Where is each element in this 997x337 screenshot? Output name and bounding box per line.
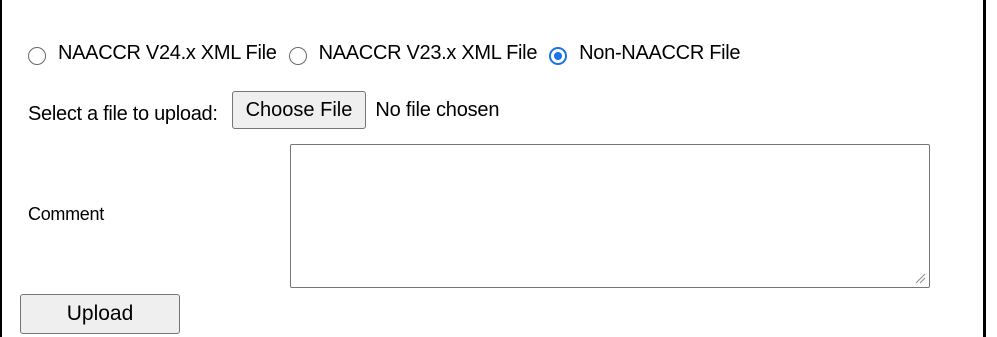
- radio-button-non-naaccr[interactable]: [549, 47, 568, 65]
- radio-option-naaccr-v23[interactable]: NAACCR V23.x XML File: [288, 41, 538, 65]
- file-chosen-status: No file chosen: [375, 98, 500, 121]
- radio-label-naaccr-v24: NAACCR V24.x XML File: [58, 41, 277, 64]
- choose-file-button[interactable]: Choose File: [231, 91, 367, 129]
- radio-option-non-naaccr[interactable]: Non-NAACCR File: [549, 41, 741, 65]
- resize-grip-icon[interactable]: [914, 272, 926, 284]
- file-upload-label: Select a file to upload:: [28, 102, 218, 125]
- file-upload-row: Select a file to upload: Choose File No …: [28, 91, 499, 129]
- radio-label-naaccr-v23: NAACCR V23.x XML File: [318, 41, 538, 64]
- radio-button-naaccr-v23[interactable]: [288, 47, 307, 65]
- radio-option-naaccr-v24[interactable]: NAACCR V24.x XML File: [28, 41, 277, 65]
- comment-label: Comment: [28, 204, 104, 224]
- radio-label-non-naaccr: Non-NAACCR File: [579, 41, 741, 64]
- file-type-radio-group: NAACCR V24.x XML File NAACCR V23.x XML F…: [28, 38, 741, 68]
- upload-button[interactable]: Upload: [20, 294, 180, 334]
- radio-button-naaccr-v24[interactable]: [28, 47, 46, 65]
- comment-textarea[interactable]: [290, 144, 930, 288]
